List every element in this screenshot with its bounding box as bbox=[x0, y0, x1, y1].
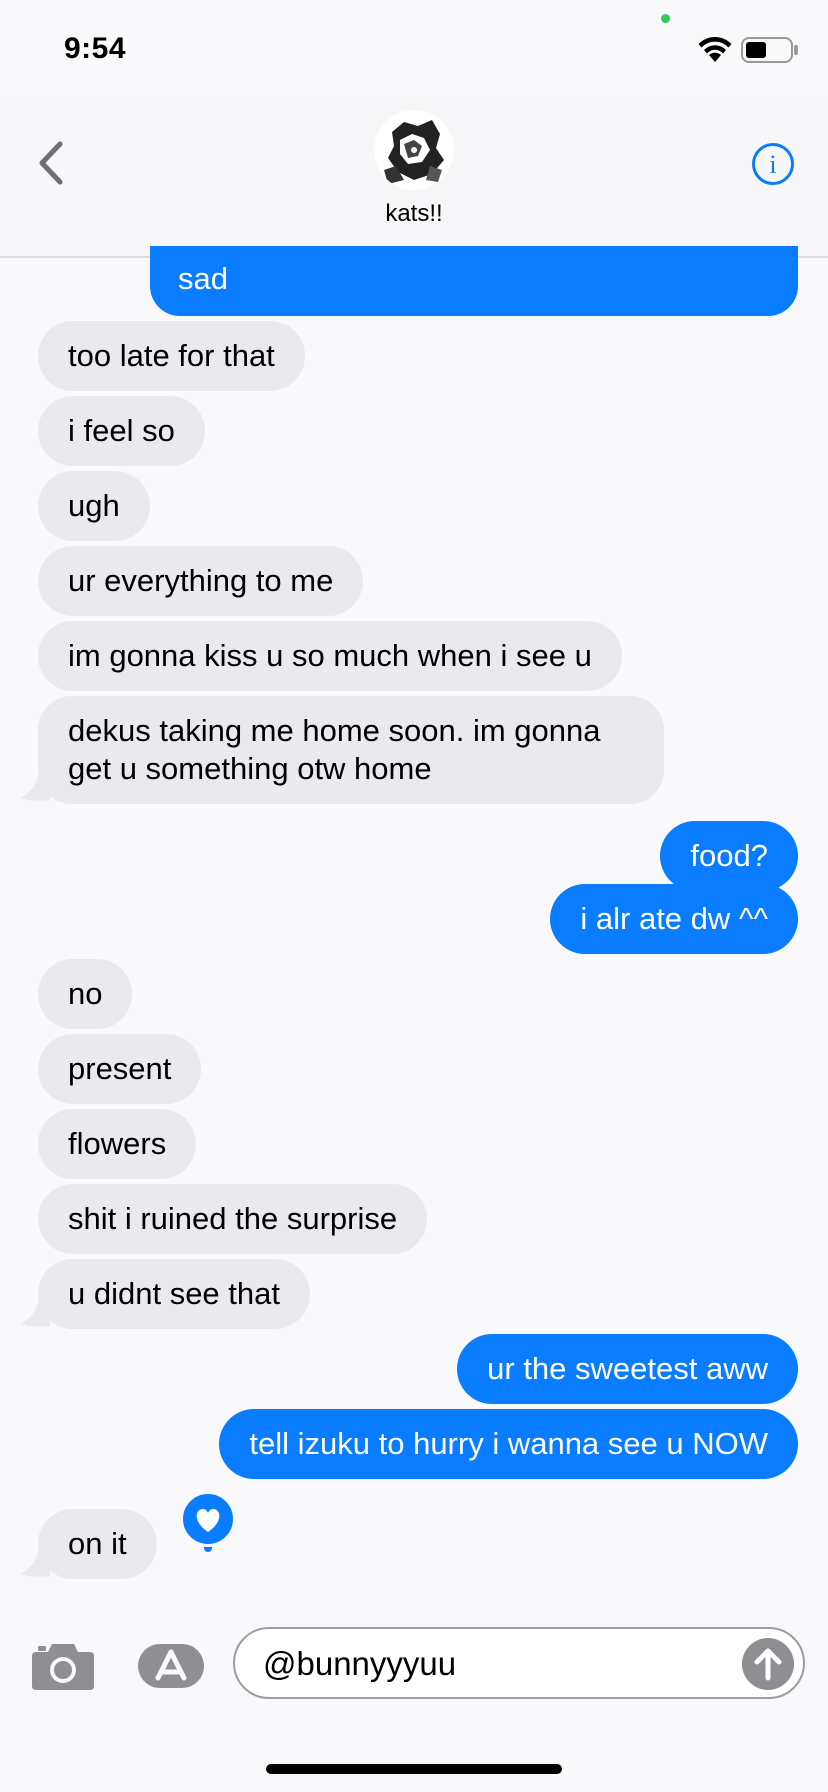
message-bubble-received[interactable]: dekus taking me home soon. im gonna get … bbox=[38, 696, 664, 804]
message-text: too late for that bbox=[68, 338, 275, 373]
battery-icon bbox=[741, 37, 798, 63]
message-bubble-sent[interactable]: sad bbox=[150, 246, 798, 316]
send-arrow-icon bbox=[754, 1648, 782, 1681]
message-text: flowers bbox=[68, 1126, 167, 1161]
message-bubble-received[interactable]: present bbox=[38, 1034, 202, 1104]
message-text: u didnt see that bbox=[68, 1276, 280, 1311]
message-text: ugh bbox=[68, 488, 120, 523]
message-bubble-received[interactable]: too late for that bbox=[38, 321, 305, 391]
message-bubble-received[interactable]: no bbox=[38, 959, 133, 1029]
message-text: on it bbox=[68, 1526, 127, 1561]
message-bubble-sent[interactable]: tell izuku to hurry i wanna see u NOW bbox=[219, 1409, 798, 1479]
avatar[interactable] bbox=[374, 110, 454, 190]
send-button[interactable] bbox=[742, 1638, 794, 1690]
message-text: ur everything to me bbox=[68, 563, 334, 598]
avatar-image bbox=[374, 110, 454, 190]
app-store-icon[interactable] bbox=[136, 1642, 206, 1690]
bubble-tail bbox=[20, 1552, 50, 1577]
message-bubble-received[interactable]: flowers bbox=[38, 1109, 197, 1179]
message-bubble-sent[interactable]: ur the sweetest aww bbox=[457, 1334, 798, 1404]
message-text: shit i ruined the surprise bbox=[68, 1201, 398, 1236]
message-bubble-received[interactable]: u didnt see that bbox=[38, 1259, 310, 1329]
message-text: i alr ate dw ^^ bbox=[580, 901, 768, 936]
message-text: tell izuku to hurry i wanna see u NOW bbox=[249, 1426, 768, 1461]
message-text: im gonna kiss u so much when i see u bbox=[68, 638, 592, 673]
message-text: no bbox=[68, 976, 103, 1011]
conversation-header: kats!! i bbox=[0, 96, 828, 258]
bubble-tail bbox=[20, 776, 50, 801]
message-bubble-received[interactable]: i feel so bbox=[38, 396, 205, 466]
message-bubble-received[interactable]: shit i ruined the surprise bbox=[38, 1184, 428, 1254]
message-bubble-sent[interactable]: food? bbox=[660, 821, 798, 891]
message-input-text[interactable]: @bunnyyyuu bbox=[263, 1645, 456, 1683]
message-text: dekus taking me home soon. im gonna get … bbox=[68, 713, 601, 786]
message-text: sad bbox=[178, 261, 228, 296]
camera-in-use-indicator bbox=[661, 14, 670, 23]
message-text: ur the sweetest aww bbox=[487, 1351, 768, 1386]
bubble-tail bbox=[20, 1302, 50, 1327]
message-bubble-received[interactable]: ur everything to me bbox=[38, 546, 364, 616]
status-bar: 9:54 bbox=[0, 0, 828, 96]
info-icon[interactable]: i bbox=[751, 142, 795, 186]
message-text: food? bbox=[690, 838, 768, 873]
svg-text:i: i bbox=[769, 150, 776, 179]
tapback-badge[interactable] bbox=[180, 1491, 236, 1547]
status-time: 9:54 bbox=[64, 32, 127, 65]
wifi-icon bbox=[698, 37, 732, 62]
message-text: present bbox=[68, 1051, 172, 1086]
message-input[interactable]: @bunnyyyuu bbox=[233, 1627, 805, 1699]
heart-icon bbox=[196, 1508, 220, 1532]
message-bubble-received[interactable]: on it bbox=[38, 1509, 157, 1579]
message-text: i feel so bbox=[68, 413, 175, 448]
camera-icon[interactable] bbox=[30, 1640, 96, 1692]
message-bubble-received[interactable]: ugh bbox=[38, 471, 150, 541]
home-indicator[interactable] bbox=[266, 1764, 562, 1774]
message-bubble-received[interactable]: im gonna kiss u so much when i see u bbox=[38, 621, 622, 691]
message-bubble-sent[interactable]: i alr ate dw ^^ bbox=[550, 884, 798, 954]
chevron-left-icon[interactable] bbox=[36, 140, 66, 186]
contact-name[interactable]: kats!! bbox=[0, 200, 828, 228]
